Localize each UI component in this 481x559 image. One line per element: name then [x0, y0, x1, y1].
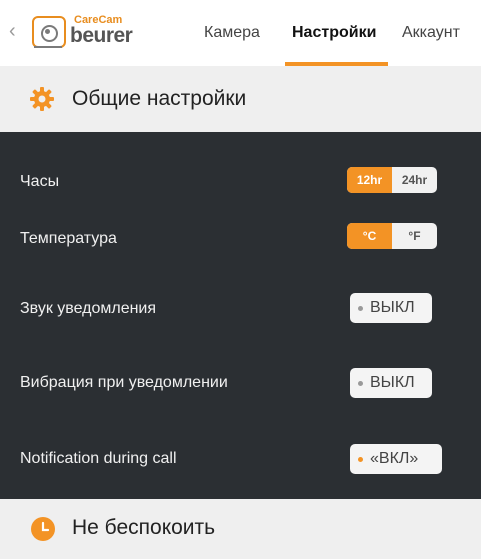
general-settings-header[interactable]: Общие настройки [0, 66, 481, 132]
notification-vibration-state: ВЫКЛ [370, 374, 415, 391]
tab-camera[interactable]: Камера [204, 24, 260, 42]
clock-24hr-option[interactable]: 24hr [392, 167, 437, 193]
camera-lens-icon [41, 25, 58, 42]
clock-format-toggle[interactable]: 12hr 24hr [347, 167, 437, 193]
notification-during-call-label: Notification during call [20, 450, 177, 467]
notification-vibration-label: Вибрация при уведомлении [20, 374, 228, 391]
tab-account[interactable]: Аккаунт [402, 24, 460, 42]
notification-sound-label: Звук уведомления [20, 300, 157, 317]
back-icon[interactable]: ‹ [9, 20, 16, 43]
settings-panel: Часы 12hr 24hr Температура °C °F Звук ув… [0, 132, 481, 499]
camera-lens-center [45, 29, 50, 34]
switch-indicator-dot [358, 457, 363, 462]
do-not-disturb-header[interactable]: Не беспокоить [0, 499, 481, 559]
notification-vibration-switch[interactable]: ВЫКЛ [350, 368, 432, 398]
clock-12hr-option[interactable]: 12hr [347, 167, 392, 193]
temperature-label: Температура [20, 230, 117, 247]
tab-settings[interactable]: Настройки [292, 24, 376, 42]
notification-during-call-switch[interactable]: «ВКЛ» [350, 444, 442, 474]
fahrenheit-option[interactable]: °F [392, 223, 437, 249]
camera-stand [34, 46, 62, 48]
clock-icon [31, 517, 55, 541]
celsius-option[interactable]: °C [347, 223, 392, 249]
notification-sound-switch[interactable]: ВЫКЛ [350, 293, 432, 323]
gear-icon [30, 87, 54, 111]
carecam-beurer-logo: CareCam beurer [32, 12, 144, 50]
temperature-unit-toggle[interactable]: °C °F [347, 223, 437, 249]
switch-indicator-dot [358, 381, 363, 386]
switch-indicator-dot [358, 306, 363, 311]
general-settings-title: Общие настройки [72, 87, 247, 110]
logo-beurer-text: beurer [70, 24, 133, 47]
clock-label: Часы [20, 173, 60, 190]
do-not-disturb-title: Не беспокоить [72, 516, 216, 539]
notification-sound-state: ВЫКЛ [370, 299, 415, 316]
notification-during-call-state: «ВКЛ» [370, 450, 419, 467]
top-bar: ‹ CareCam beurer Камера Настройки Аккаун… [0, 0, 481, 66]
